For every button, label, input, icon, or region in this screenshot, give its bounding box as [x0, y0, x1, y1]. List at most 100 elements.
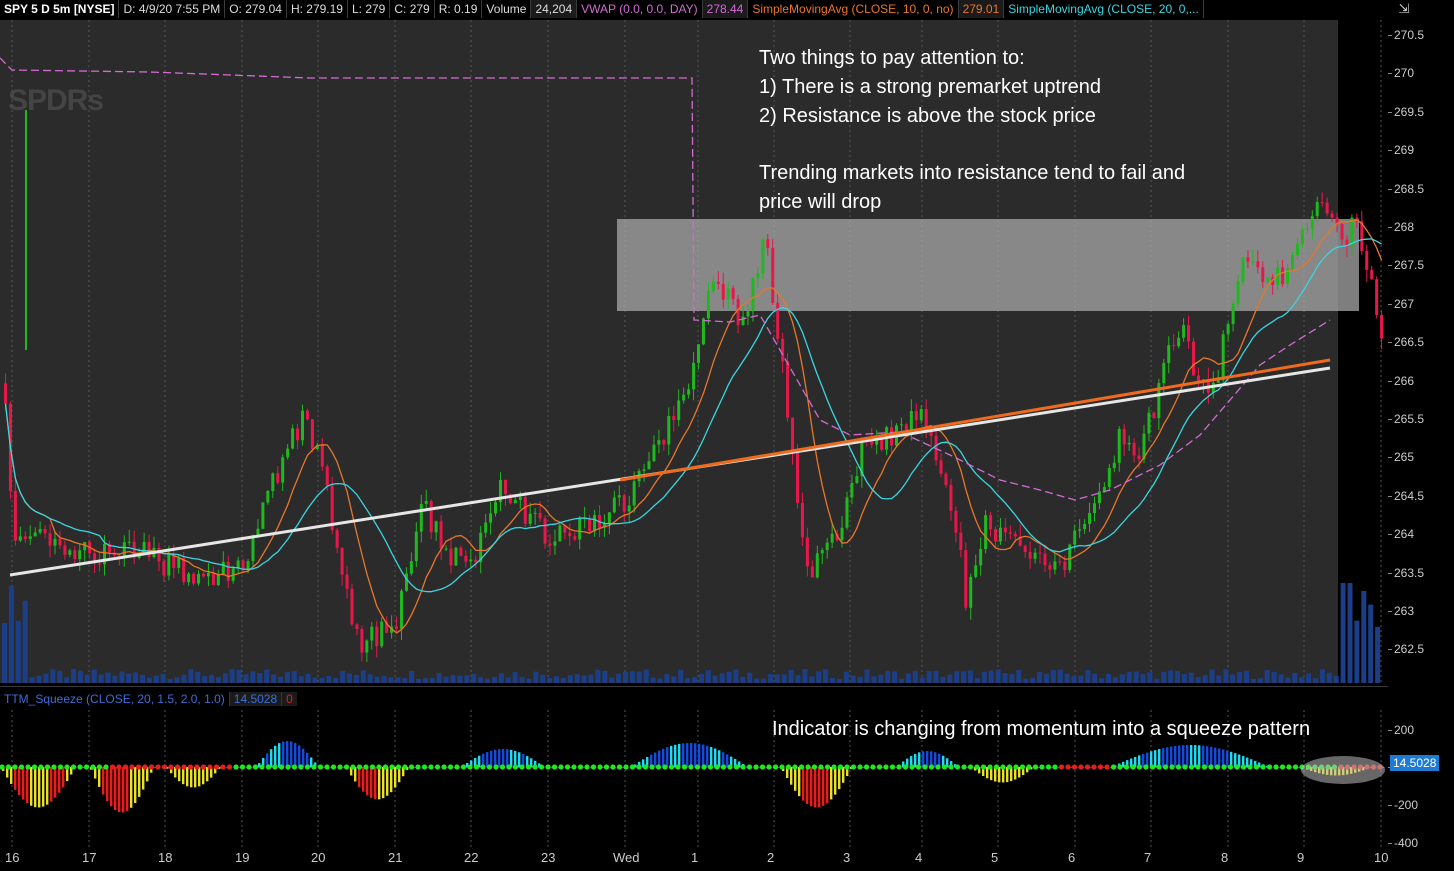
- momentum-bar: [62, 767, 65, 788]
- candle-body: [667, 416, 671, 445]
- candle-body: [771, 247, 775, 303]
- momentum-bar: [826, 767, 829, 804]
- candle-body: [959, 532, 963, 551]
- volume-bar: [609, 677, 615, 683]
- squeeze-dot: [480, 764, 486, 770]
- volume-bar: [933, 670, 939, 683]
- volume-bar: [885, 670, 891, 683]
- momentum-bar: [1154, 750, 1157, 768]
- volume-bar: [1140, 673, 1146, 683]
- candle-body: [1122, 429, 1126, 445]
- squeeze-dot: [187, 764, 194, 770]
- squeeze-dot: [792, 764, 798, 770]
- candle-body: [325, 466, 329, 486]
- candle-body: [177, 558, 181, 568]
- volume-bar: [781, 674, 787, 683]
- squeeze-dot: [779, 764, 785, 770]
- momentum-bar: [42, 767, 45, 807]
- squeeze-axis[interactable]: 2000-200-400: [1387, 710, 1454, 850]
- time-tick-label: 1: [691, 850, 699, 865]
- candle-body: [919, 408, 923, 421]
- price-tick-label: 263: [1387, 604, 1415, 618]
- candle-body: [766, 239, 770, 248]
- volume-bar: [1319, 669, 1325, 683]
- squeeze-value-badge: 14.5028: [1390, 755, 1440, 771]
- squeeze-dot: [863, 764, 870, 770]
- volume-bar: [1078, 675, 1084, 683]
- volume-label[interactable]: Volume: [482, 0, 532, 18]
- squeeze-dot: [356, 764, 363, 770]
- candle-body: [68, 550, 72, 555]
- candle-body: [657, 440, 661, 445]
- momentum-bar: [914, 753, 917, 768]
- volume-bar: [733, 669, 739, 683]
- volume-bar: [367, 674, 373, 683]
- time-axis[interactable]: 16 17 18 19 20 21 22 23 Wed 1 2 3 4 5 6 7 8 9 10: [0, 850, 1388, 870]
- volume-bar: [1333, 675, 1339, 683]
- volume-bar: [740, 676, 746, 683]
- volume-bar: [905, 673, 911, 683]
- squeeze-dot: [1208, 764, 1214, 770]
- candle-body: [291, 428, 295, 449]
- squeeze-dot: [129, 764, 135, 770]
- volume-bar: [491, 677, 497, 683]
- volume-bar: [298, 676, 304, 683]
- candle-body: [1043, 553, 1047, 566]
- candle-body: [1172, 345, 1176, 347]
- squeeze-dot: [1292, 764, 1299, 770]
- candle-body: [38, 529, 42, 533]
- candle-body: [692, 362, 696, 390]
- sma10-label[interactable]: SimpleMovingAvg (CLOSE, 10, 0, no): [748, 0, 959, 18]
- candle-body: [914, 411, 918, 421]
- momentum-bar: [302, 748, 305, 768]
- squeeze-dot: [584, 764, 590, 770]
- candle-body: [1053, 561, 1057, 570]
- volume-bar: [2, 623, 7, 683]
- sma20-label[interactable]: SimpleMovingAvg (CLOSE, 20, 0,...: [1004, 0, 1204, 18]
- time-tick-label: 8: [1221, 850, 1229, 865]
- candle-body: [1093, 503, 1096, 513]
- squeeze-dot: [473, 764, 480, 770]
- momentum-bar: [186, 767, 189, 787]
- volume-bar: [340, 670, 346, 683]
- vwap-label[interactable]: VWAP (0.0, 0.0, DAY): [577, 0, 703, 18]
- volume-bar: [1126, 671, 1132, 683]
- candle-body: [365, 640, 369, 653]
- candle-body: [206, 572, 210, 577]
- candle-body: [840, 527, 844, 541]
- candle-body: [375, 626, 379, 647]
- squeeze-dot: [1240, 764, 1247, 770]
- momentum-bar: [50, 767, 53, 802]
- volume-bar: [567, 675, 573, 683]
- volume-bar: [1285, 677, 1291, 683]
- candle-body: [18, 536, 22, 541]
- momentum-bar: [362, 767, 365, 792]
- candle-body: [513, 500, 517, 504]
- price-tick-label: 263.5: [1387, 565, 1425, 580]
- candle-body: [974, 565, 978, 577]
- price-tick-label: 264: [1387, 527, 1415, 542]
- squeeze-dot: [194, 764, 200, 770]
- time-tick-label: 23: [541, 850, 556, 865]
- candle-body: [335, 530, 339, 548]
- collapse-icon[interactable]: ⇲: [1392, 0, 1416, 18]
- price-chart[interactable]: SPDRs Two things to pay attention to: 1)…: [0, 20, 1388, 683]
- squeeze-dot: [226, 764, 233, 770]
- open-readout: O: 279.04: [225, 0, 287, 18]
- volume-bar: [533, 671, 539, 683]
- pane-divider[interactable]: [0, 686, 1388, 687]
- squeeze-dot: [311, 764, 317, 770]
- symbol-label[interactable]: SPY 5 D 5m [NYSE]: [0, 0, 120, 18]
- price-axis[interactable]: 270.5 270 269.5 269 268.5 268 267.5 267 266.5 266…: [1387, 20, 1454, 683]
- candle-body: [301, 410, 304, 441]
- momentum-bar: [382, 767, 385, 799]
- volume-bar: [961, 671, 967, 683]
- squeeze-dot: [850, 764, 857, 770]
- candle-body: [805, 537, 809, 567]
- squeeze-dot: [1110, 764, 1117, 770]
- volume-bar: [1161, 671, 1167, 683]
- volume-bar: [1361, 590, 1367, 683]
- candle-body: [58, 538, 62, 546]
- volume-bar: [761, 678, 766, 683]
- squeeze-label[interactable]: TTM_Squeeze (CLOSE, 20, 1.5, 2.0, 1.0): [0, 692, 229, 706]
